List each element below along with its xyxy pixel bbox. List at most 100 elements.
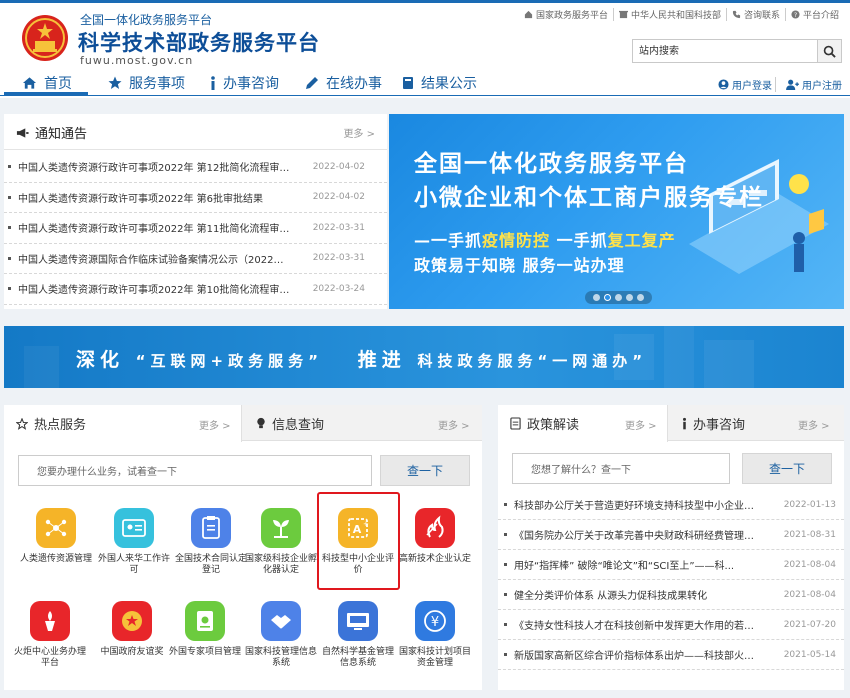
carousel-dot[interactable] [615, 294, 622, 301]
notice-title-text: 中国人类遗传资源国际合作临床试验备案情况公示（2022年3... [18, 254, 293, 266]
svg-text:?: ? [794, 12, 797, 19]
policy-more-link[interactable]: 更多 > [625, 417, 657, 432]
nav-consult[interactable]: 办事咨询 [210, 69, 279, 97]
site-search [632, 39, 842, 63]
national-emblem-icon [22, 15, 68, 61]
bullet [8, 165, 11, 169]
service-torch-center[interactable]: 火炬中心业务办理平台 [12, 601, 88, 669]
brand-url: fuwu.most.gov.cn [80, 54, 194, 67]
notice-title-text: 中国人类遗传资源行政许可事项2022年 第6批审批结果 [18, 193, 263, 205]
policy-query-button[interactable]: 查一下 [742, 453, 832, 484]
bullet [8, 195, 11, 199]
list-item[interactable]: 健全分类评价体系 从源头力促科技成果转化 2021-08-04 [498, 580, 844, 610]
service-friendship-award[interactable]: 中国政府友谊奖 [94, 601, 170, 658]
notice-title-text: 中国人类遗传资源行政许可事项2022年 第10批简化流程审批... [18, 285, 293, 297]
tab-policy[interactable]: 政策解读 更多 > [498, 405, 668, 442]
carousel-tagline: 政策易于知晓 服务一站办理 [414, 256, 625, 275]
carousel-dot-active[interactable] [604, 294, 611, 301]
notice-more-link[interactable]: 更多 > [343, 125, 375, 140]
list-item[interactable]: 中国人类遗传资源行政许可事项2022年 第10批简化流程审批... 2022-03… [4, 274, 387, 305]
help-icon: ? [791, 10, 800, 19]
carousel-dot[interactable] [637, 294, 644, 301]
bullet [504, 623, 507, 626]
policy-title: 科技部办公厅关于营造更好环境支持科技型中小企业研... [514, 501, 759, 512]
service-genetic-resources[interactable]: 人类遗传资源管理 [18, 508, 94, 565]
slogan-banner: 深化 “互联网+政务服务” 推进 科技政务服务“一网通办” [4, 326, 844, 388]
id-card-icon [114, 508, 154, 548]
service-label: 外国专家项目管理 [168, 647, 241, 657]
carousel-slogan: —一手抓疫情防控 一手抓复工复产 [414, 231, 676, 250]
list-item[interactable]: 中国人类遗传资源行政许可事项2022年 第6批审批结果 2022-04-02 [4, 183, 387, 213]
nav-divider [0, 95, 850, 96]
star-outline-icon [16, 417, 28, 430]
service-nsfc-system[interactable]: 自然科学基金管理信息系统 [320, 601, 396, 669]
list-item[interactable]: 中国人类遗传资源行政许可事项2022年 第11批简化流程审批... 2022-03… [4, 213, 387, 244]
home-icon [524, 10, 533, 19]
list-item[interactable]: 中国人类遗传资源国际合作临床试验备案情况公示（2022年3... 2022-03-… [4, 244, 387, 274]
policy-title: 健全分类评价体系 从源头力促科技成果转化 [514, 591, 708, 602]
toplink-gov-service[interactable]: 国家政务服务平台 [519, 8, 614, 21]
top-links: 国家政务服务平台 中华人民共和国科技部 咨询联系 ? 平台介绍 [519, 8, 844, 21]
info-icon [211, 76, 215, 90]
toplink-about[interactable]: ? 平台介绍 [786, 8, 844, 21]
notice-title-text: 中国人类遗传资源行政许可事项2022年 第12批简化流程审批... [18, 163, 293, 175]
consult-more-link[interactable]: 更多 > [798, 417, 830, 432]
info-icon [683, 417, 686, 429]
policy-panel: 政策解读 更多 > 办事咨询 更多 > 您想了解什么？查一下 查一下 科技部办公… [498, 405, 844, 690]
service-expert-project[interactable]: 外国专家项目管理 [167, 601, 243, 658]
policy-date: 2021-08-31 [783, 529, 836, 540]
hot-more-link[interactable]: 更多 > [199, 417, 231, 432]
policy-date: 2021-07-20 [783, 619, 836, 630]
handshake-icon [261, 601, 301, 641]
notice-title: 通知通告 [16, 123, 87, 142]
brand-title[interactable]: 科学技术部政务服务平台 [78, 27, 320, 57]
user-icon [718, 79, 729, 90]
toplink-most[interactable]: 中华人民共和国科技部 [614, 8, 727, 21]
nav-results[interactable]: 结果公示 [402, 69, 477, 97]
service-fund-management[interactable]: ¥ 国家科技计划项目资金管理 [397, 601, 473, 669]
tab-consult[interactable]: 办事咨询 [682, 405, 745, 441]
service-tech-management-system[interactable]: 国家科技管理信息系统 [243, 601, 319, 669]
policy-tabbar: 政策解读 更多 > 办事咨询 更多 > [498, 405, 844, 442]
search-button[interactable] [817, 40, 841, 62]
tab-hot-services[interactable]: 热点服务 更多 > [4, 405, 242, 442]
service-incubator[interactable]: 国家级科技企业孵化器认定 [243, 508, 319, 576]
register-link[interactable]: 用户注册 [775, 77, 842, 92]
service-query-button[interactable]: 查一下 [380, 455, 470, 486]
service-label: 国家级科技企业孵化器认定 [244, 554, 317, 575]
nav-online[interactable]: 在线办事 [305, 69, 382, 97]
nsfc-icon [338, 601, 378, 641]
service-foreigner-work-permit[interactable]: 外国人来华工作许可 [96, 508, 172, 576]
service-high-tech[interactable]: 高新技术企业认定 [397, 508, 473, 565]
sprout-icon [261, 508, 301, 548]
search-icon [823, 45, 836, 58]
bullet [504, 653, 507, 656]
policy-query-input[interactable]: 您想了解什么？查一下 [512, 453, 730, 484]
network-icon [36, 508, 76, 548]
bullet [504, 533, 507, 536]
site-search-input[interactable] [633, 40, 818, 62]
list-item[interactable]: 中国人类遗传资源行政许可事项2022年 第12批简化流程审批... 2022-04… [4, 152, 387, 183]
list-item[interactable]: 用好“指挥棒” 破除“唯论文”和“SCI至上”——科... 2021-08-04 [498, 550, 844, 580]
contract-icon [191, 508, 231, 548]
nav-services[interactable]: 服务事项 [108, 69, 185, 97]
tab-info-query[interactable]: 信息查询 [256, 405, 324, 441]
promo-carousel[interactable]: 全国一体化政务服务平台 小微企业和个体工商户服务专栏 —一手抓疫情防控 一手抓复… [389, 114, 844, 309]
brand-subtitle: 全国一体化政务服务平台 [80, 13, 213, 27]
info-more-link[interactable]: 更多 > [438, 417, 470, 432]
phone-icon [732, 10, 741, 19]
selected-service-highlight [317, 492, 400, 590]
list-item[interactable]: 新版国家高新区综合评价指标体系出炉——科技部火炬... 2021-05-14 [498, 640, 844, 670]
service-tech-contract[interactable]: 全国技术合同认定登记 [173, 508, 249, 576]
login-link[interactable]: 用户登录 [718, 77, 772, 92]
list-item[interactable]: 《支持女性科技人才在科技创新中发挥更大作用的若干... 2021-07-20 [498, 610, 844, 640]
list-item[interactable]: 《国务院办公厅关于改革完善中央财政科研经费管理的... 2021-08-31 [498, 520, 844, 550]
list-item[interactable]: 科技部办公厅关于营造更好环境支持科技型中小企业研... 2022-01-13 [498, 490, 844, 520]
service-query-input[interactable]: 您要办理什么业务，试着查一下 [18, 455, 372, 486]
carousel-dot[interactable] [626, 294, 633, 301]
policy-date: 2022-01-13 [783, 499, 836, 510]
carousel-dot[interactable] [593, 294, 600, 301]
document-icon [185, 601, 225, 641]
notice-date: 2022-04-02 [312, 192, 365, 203]
toplink-contact[interactable]: 咨询联系 [727, 8, 786, 21]
